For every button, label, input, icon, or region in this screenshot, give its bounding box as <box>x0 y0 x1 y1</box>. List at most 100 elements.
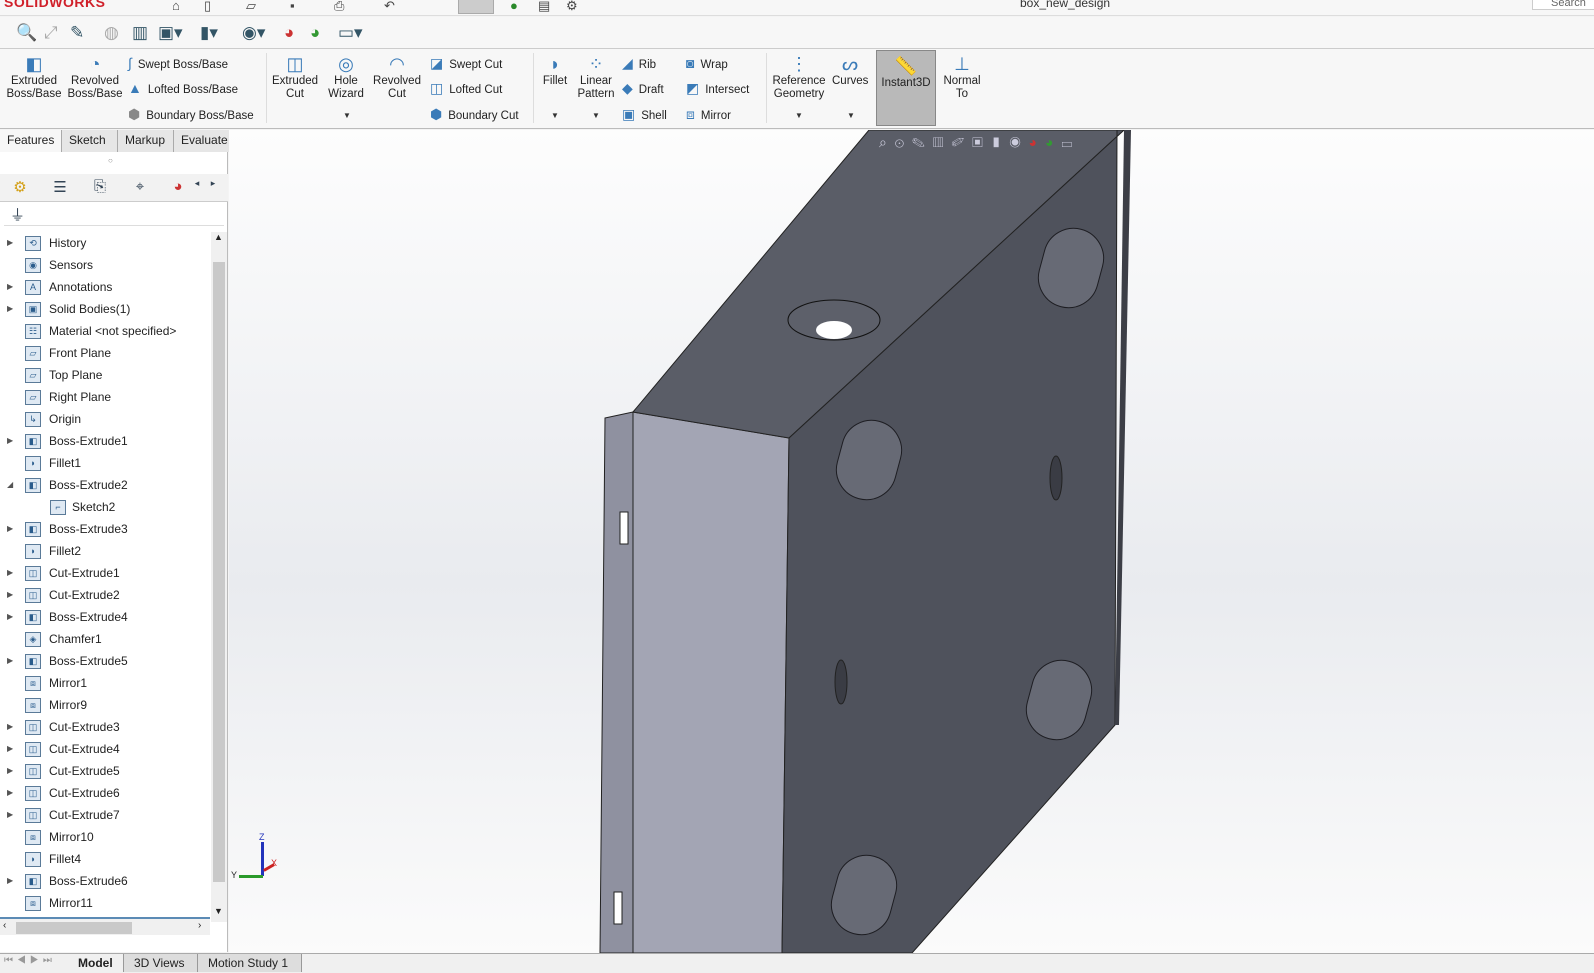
scroll-left-icon[interactable]: ◂ <box>190 178 204 198</box>
expand-arrow-icon[interactable]: ▶ <box>7 650 13 672</box>
tree-item[interactable]: ↳ Origin <box>0 408 210 430</box>
hole-wizard-dropdown-icon[interactable]: ▼ <box>343 111 351 120</box>
graphics-area[interactable]: ⌕⊙✎▥✐▣▮◉◕◕▭ Z Y X <box>229 129 1594 954</box>
tree-item[interactable]: ▶ ◧ Boss-Extrude1 <box>0 430 210 452</box>
dynamic-annotation-icon[interactable]: ▥ <box>132 23 148 43</box>
expand-arrow-icon[interactable]: ▶ <box>7 870 13 892</box>
filter-icon[interactable]: ⏚ <box>4 204 224 226</box>
apply-scene-icon[interactable]: ◕ <box>310 23 320 43</box>
edit-appearance-icon[interactable]: ◕ <box>284 23 294 43</box>
expand-arrow-icon[interactable]: ▶ <box>7 804 13 826</box>
tab-navigation-icons[interactable]: ⏮◀▶⏭ <box>4 955 56 966</box>
display-style-icon[interactable]: ▮▾ <box>200 23 218 43</box>
scrollbar-thumb[interactable] <box>16 922 132 934</box>
boundary-boss-button[interactable]: ⬢ Boundary Boss/Base <box>128 106 254 123</box>
expand-arrow-icon[interactable]: ▶ <box>7 430 13 452</box>
tree-item[interactable]: ◢ ◧ Boss-Extrude2 <box>0 474 210 496</box>
save-icon[interactable]: ▪ <box>290 0 295 13</box>
splitter-handle[interactable]: ○ <box>108 156 113 165</box>
previous-view-icon[interactable]: ✎ <box>70 23 84 43</box>
shell-button[interactable]: ▣ Shell <box>622 106 667 123</box>
expand-arrow-icon[interactable]: ▶ <box>7 584 13 606</box>
print-icon[interactable]: ⎙ <box>334 0 344 14</box>
tree-item[interactable]: ◗ Fillet2 <box>0 540 210 562</box>
scroll-right-icon[interactable]: ▸ <box>206 178 220 198</box>
tree-item[interactable]: ◗ Fillet4 <box>0 848 210 870</box>
tree-item[interactable]: ▶ ◫ Cut-Extrude3 <box>0 716 210 738</box>
wrap-button[interactable]: ◙ Wrap <box>686 55 728 71</box>
options-gear-icon[interactable]: ⚙ <box>566 0 578 14</box>
configuration-manager-tab-icon[interactable]: ⎘ <box>82 178 118 198</box>
tree-item[interactable]: ▶ ◫ Cut-Extrude1 <box>0 562 210 584</box>
lofted-cut-button[interactable]: ◫ Lofted Cut <box>430 80 502 97</box>
expand-arrow-icon[interactable]: ▶ <box>7 518 13 540</box>
tree-item[interactable]: ◈ Chamfer1 <box>0 628 210 650</box>
tree-item[interactable]: ▶ ◧ Boss-Extrude6 <box>0 870 210 892</box>
heads-up-view-toolbar[interactable]: ⌕⊙✎▥✐▣▮◉◕◕▭ <box>879 134 1080 151</box>
expand-arrow-icon[interactable]: ▶ <box>7 276 13 298</box>
tree-item[interactable]: ▶ ◧ Boss-Extrude3 <box>0 518 210 540</box>
tree-item[interactable]: ▶ ◫ Cut-Extrude4 <box>0 738 210 760</box>
boundary-cut-button[interactable]: ⬢ Boundary Cut <box>430 106 519 123</box>
rib-button[interactable]: ◢ Rib <box>622 55 656 72</box>
swept-cut-button[interactable]: ◪ Swept Cut <box>430 55 502 72</box>
instant3d-button[interactable]: 📏 Instant3D <box>876 50 936 126</box>
revolved-boss-button[interactable]: ◔ Revolved Boss/Base <box>66 53 124 101</box>
expand-arrow-icon[interactable]: ▶ <box>7 716 13 738</box>
reference-geometry-button[interactable]: ⋮ Reference Geometry <box>770 53 828 101</box>
linear-pattern-button[interactable]: ⁘ Linear Pattern <box>576 53 616 101</box>
intersect-button[interactable]: ◩ Intersect <box>686 80 749 97</box>
expand-arrow-icon[interactable]: ▶ <box>7 298 13 320</box>
tab-markup[interactable]: Markup <box>118 130 174 152</box>
view-settings-icon[interactable]: ▭▾ <box>338 23 363 43</box>
mirror-button[interactable]: ⧈ Mirror <box>686 106 731 123</box>
expand-arrow-icon[interactable]: ▶ <box>7 232 13 254</box>
section-view-icon[interactable]: ◍ <box>104 23 119 43</box>
dimxpert-tab-icon[interactable]: ⌖ <box>122 178 158 198</box>
tree-horizontal-scrollbar[interactable]: ‹ › <box>0 917 210 935</box>
open-icon[interactable]: ▱ <box>246 0 256 14</box>
draft-button[interactable]: ◆ Draft <box>622 80 664 97</box>
hole-wizard-button[interactable]: ◎ Hole Wizard <box>324 53 368 101</box>
expand-arrow-icon[interactable]: ▶ <box>7 562 13 584</box>
undo-icon[interactable]: ↶ <box>384 0 395 14</box>
tree-item[interactable]: ▶ ◧ Boss-Extrude4 <box>0 606 210 628</box>
scroll-right-icon[interactable]: › <box>198 920 201 931</box>
search-input[interactable]: Search <box>1532 0 1594 10</box>
tree-item[interactable]: ▶ ▣ Solid Bodies(1) <box>0 298 210 320</box>
revolved-cut-button[interactable]: ◠ Revolved Cut <box>372 53 422 101</box>
collapse-arrow-icon[interactable]: ◢ <box>7 474 13 496</box>
3d-model[interactable] <box>229 129 1594 954</box>
hide-show-icon[interactable]: ◉▾ <box>242 23 265 43</box>
tree-item[interactable]: ☷ Material <not specified> <box>0 320 210 342</box>
tree-item[interactable]: ▶ ◫ Cut-Extrude2 <box>0 584 210 606</box>
tree-item[interactable]: ▶ ◧ Boss-Extrude5 <box>0 650 210 672</box>
tree-item[interactable]: ▶ ◫ Cut-Extrude6 <box>0 782 210 804</box>
rebuild-icon[interactable]: ● <box>510 0 518 13</box>
select-button[interactable] <box>458 0 494 14</box>
tab-evaluate[interactable]: Evaluate <box>174 130 232 152</box>
zoom-area-icon[interactable]: ⤢ <box>44 23 58 43</box>
extruded-cut-button[interactable]: ◫ Extruded Cut <box>270 53 320 101</box>
tree-item[interactable]: ⧈ Mirror9 <box>0 694 210 716</box>
curves-dropdown-icon[interactable]: ▼ <box>847 111 855 120</box>
tree-item[interactable]: ◗ Fillet1 <box>0 452 210 474</box>
property-manager-tab-icon[interactable]: ☰ <box>42 178 78 198</box>
tree-item[interactable]: ▱ Top Plane <box>0 364 210 386</box>
tree-item[interactable]: ▶ ◫ Cut-Extrude5 <box>0 760 210 782</box>
linear-pattern-dropdown-icon[interactable]: ▼ <box>592 111 600 120</box>
bottom-tab-3d-views[interactable]: 3D Views <box>124 954 198 972</box>
tree-item[interactable]: ⧈ Mirror11 <box>0 892 210 914</box>
expand-arrow-icon[interactable]: ▶ <box>7 738 13 760</box>
tree-item[interactable]: ▱ Front Plane <box>0 342 210 364</box>
feature-manager-tab-icon[interactable]: ⚙ <box>2 178 38 198</box>
scroll-down-icon[interactable]: ▼ <box>214 906 223 916</box>
normal-to-button[interactable]: ⊥ Normal To <box>940 53 984 101</box>
bottom-tab-motion-study-1[interactable]: Motion Study 1 <box>198 954 302 972</box>
tab-features[interactable]: Features <box>0 130 62 152</box>
expand-arrow-icon[interactable]: ▶ <box>7 760 13 782</box>
scroll-left-icon[interactable]: ‹ <box>3 920 6 931</box>
curves-button[interactable]: ᔕ Curves <box>832 53 868 88</box>
tab-sketch[interactable]: Sketch <box>62 130 118 152</box>
new-icon[interactable]: ▯ <box>204 0 211 14</box>
